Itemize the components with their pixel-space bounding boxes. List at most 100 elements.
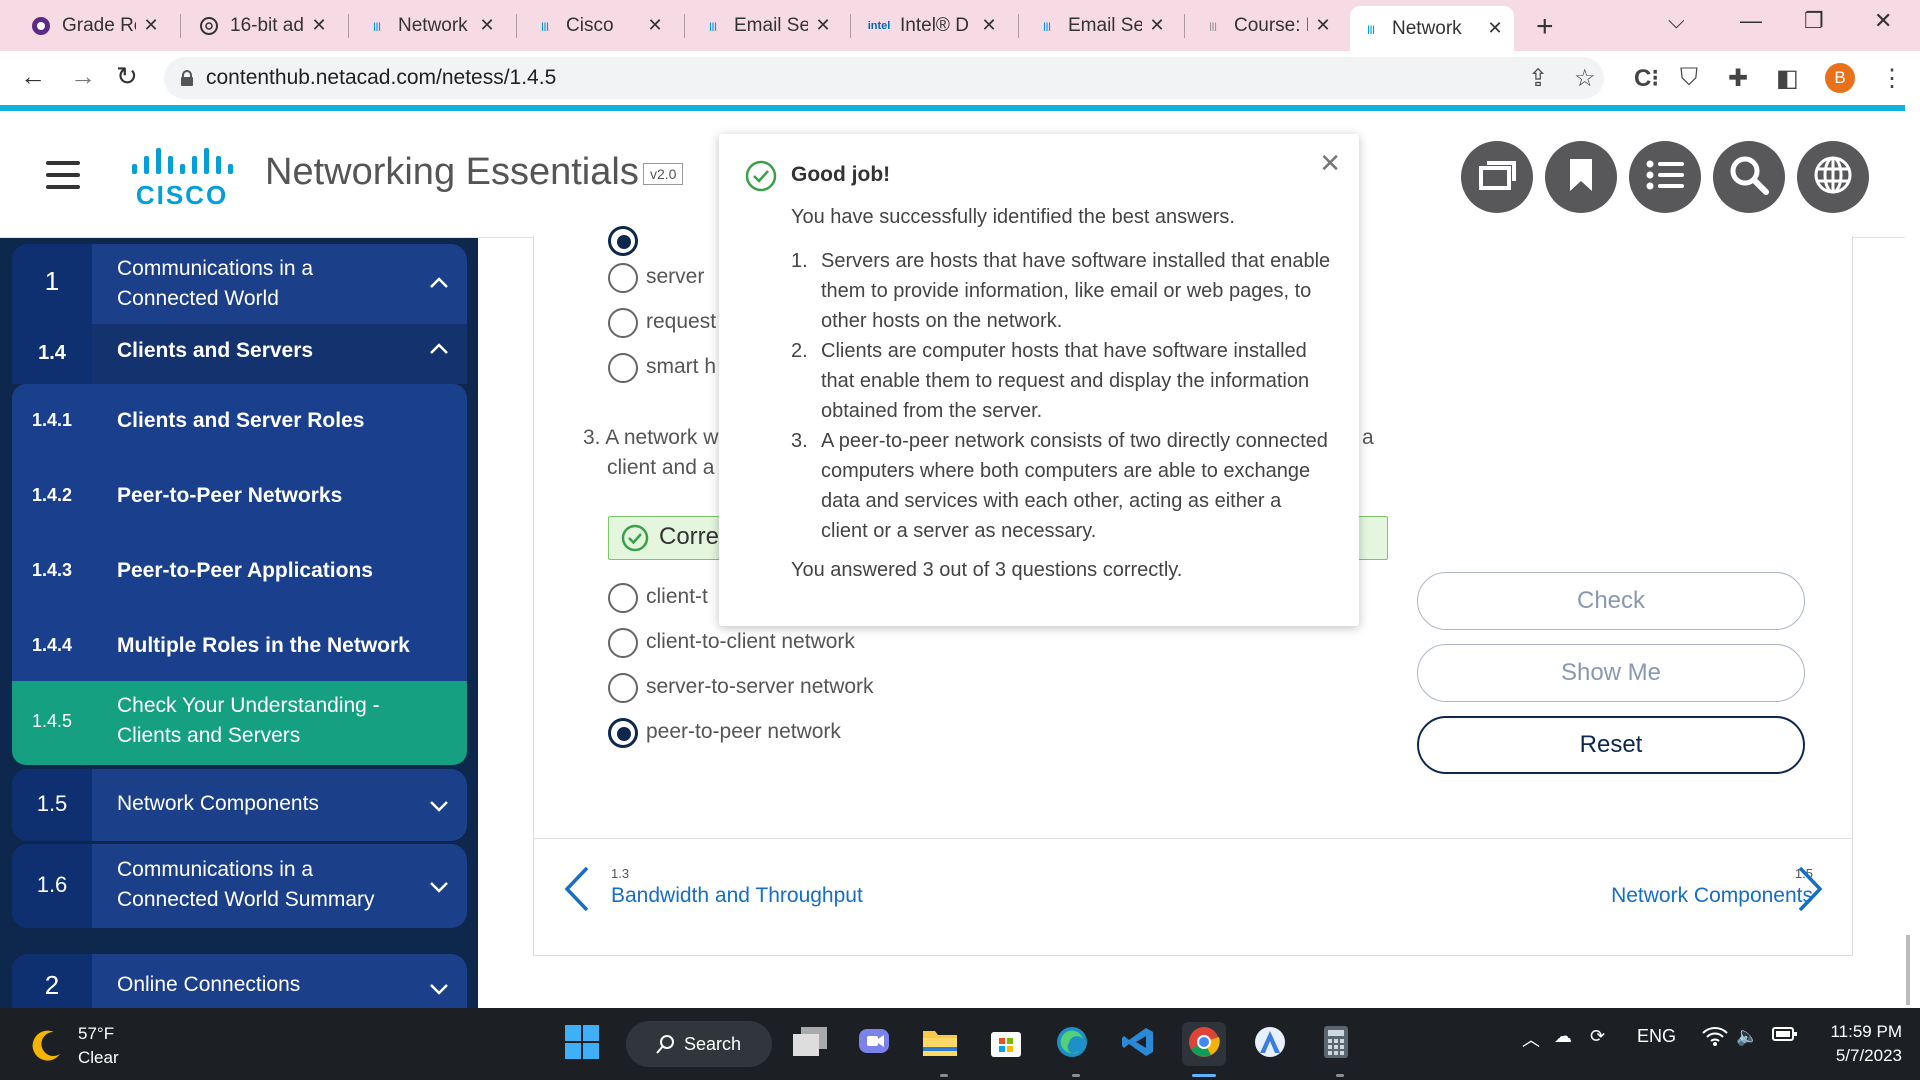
close-popup-icon[interactable]: ✕ bbox=[1319, 148, 1341, 179]
system-clock[interactable]: 11:59 PM 5/7/2023 bbox=[1810, 1020, 1902, 1068]
reset-button[interactable]: Reset bbox=[1417, 716, 1805, 774]
menu-dots-icon[interactable]: ⋮ bbox=[1880, 64, 1904, 93]
tab-search-chevron-icon[interactable]: ⌵ bbox=[1668, 8, 1685, 34]
language-indicator[interactable]: ENG bbox=[1637, 1026, 1676, 1047]
close-window-button[interactable]: ✕ bbox=[1874, 8, 1892, 34]
browser-tab[interactable]: 16-bit ad ✕ bbox=[188, 8, 338, 43]
weather-widget[interactable]: 57°F Clear bbox=[28, 1022, 119, 1070]
puzzle-icon[interactable]: ✚ bbox=[1728, 64, 1748, 93]
next-section-link[interactable]: Network Components bbox=[1508, 884, 1813, 908]
sidebar-section-1-6[interactable]: 1.6 Communications in a Connected World … bbox=[12, 844, 467, 928]
reload-button[interactable]: ↻ bbox=[116, 61, 138, 92]
new-tab-button[interactable]: + bbox=[1536, 10, 1554, 44]
browser-tab[interactable]: ||| Cisco ✕ bbox=[524, 8, 674, 43]
hamburger-menu-icon[interactable] bbox=[46, 161, 80, 189]
search-icon bbox=[656, 1034, 676, 1054]
tray-overflow-icon[interactable]: ︿ bbox=[1522, 1026, 1540, 1052]
sidebar-section-number: 1.6 bbox=[36, 872, 68, 897]
globe-icon bbox=[1813, 155, 1853, 200]
resources-button[interactable] bbox=[1461, 141, 1533, 213]
language-button[interactable] bbox=[1797, 141, 1869, 213]
radio-option[interactable] bbox=[608, 308, 638, 338]
forward-button[interactable]: → bbox=[70, 61, 96, 92]
start-button[interactable] bbox=[560, 1022, 604, 1066]
close-tab-icon[interactable]: ✕ bbox=[310, 15, 328, 36]
sidebar-item-1-4-5[interactable]: 1.4.5 Check Your Understanding - Clients… bbox=[12, 681, 467, 765]
close-tab-icon[interactable]: ✕ bbox=[980, 15, 998, 36]
browser-tab[interactable]: ||| Network ✕ bbox=[356, 8, 506, 43]
browser-tab[interactable]: Grade Re ✕ bbox=[20, 8, 170, 43]
share-icon[interactable]: ⇪ bbox=[1528, 64, 1548, 93]
show-me-button[interactable]: Show Me bbox=[1417, 644, 1805, 702]
battery-icon[interactable] bbox=[1772, 1026, 1798, 1047]
radio-option[interactable] bbox=[608, 583, 638, 613]
volume-icon[interactable]: 🔈 bbox=[1736, 1026, 1758, 1047]
wifi-icon[interactable] bbox=[1702, 1026, 1728, 1051]
check-button[interactable]: Check bbox=[1417, 572, 1805, 630]
edge-button[interactable] bbox=[1050, 1022, 1094, 1066]
scrollbar-thumb[interactable] bbox=[1906, 935, 1910, 1005]
sidebar-item-number: 1.4.1 bbox=[31, 410, 73, 430]
radio-option-selected[interactable] bbox=[608, 718, 638, 748]
moon-icon bbox=[28, 1028, 64, 1064]
shield-icon[interactable]: ⛉ bbox=[1680, 64, 1698, 92]
search-button[interactable] bbox=[1713, 141, 1785, 213]
radio-option[interactable] bbox=[608, 263, 638, 293]
taskbar-search[interactable]: Search bbox=[626, 1021, 772, 1067]
radio-option[interactable] bbox=[608, 353, 638, 383]
toc-button[interactable] bbox=[1629, 141, 1701, 213]
browser-tab[interactable]: intel Intel® D ✕ bbox=[858, 8, 1008, 43]
close-tab-icon[interactable]: ✕ bbox=[814, 15, 832, 36]
calculator-button[interactable] bbox=[1314, 1022, 1358, 1066]
close-tab-icon[interactable]: ✕ bbox=[1314, 15, 1332, 36]
radio-option[interactable] bbox=[608, 628, 638, 658]
chevron-left-icon[interactable] bbox=[563, 865, 591, 913]
sidepanel-icon[interactable]: ◧ bbox=[1776, 64, 1799, 93]
star-icon[interactable]: ☆ bbox=[1574, 64, 1596, 93]
browser-tab[interactable]: ||| Course: F ✕ bbox=[1192, 8, 1342, 43]
browser-tab[interactable]: ||| Email Se ✕ bbox=[1026, 8, 1176, 43]
popup-lead: You have successfully identified the bes… bbox=[791, 206, 1235, 228]
vscode-button[interactable] bbox=[1116, 1022, 1160, 1066]
close-tab-icon[interactable]: ✕ bbox=[142, 15, 160, 36]
store-button[interactable] bbox=[984, 1022, 1028, 1066]
address-bar[interactable]: contenthub.netacad.com/netess/1.4.5 bbox=[164, 57, 1604, 99]
profile-avatar[interactable]: B bbox=[1825, 63, 1855, 93]
sync-icon[interactable]: ⟳ bbox=[1590, 1026, 1605, 1047]
close-tab-icon[interactable]: ✕ bbox=[646, 15, 664, 36]
teams-button[interactable] bbox=[852, 1022, 896, 1066]
close-tab-icon[interactable]: ✕ bbox=[1486, 18, 1504, 39]
sidebar-item-1-4-4[interactable]: 1.4.4 Multiple Roles in the Network bbox=[12, 609, 467, 684]
minimize-button[interactable]: — bbox=[1740, 8, 1762, 34]
popup-answer-item: 1. Servers are hosts that have software i… bbox=[791, 250, 1331, 332]
option-label: server bbox=[646, 265, 705, 288]
bookmark-button[interactable] bbox=[1545, 141, 1617, 213]
radio-previous-answer[interactable] bbox=[608, 226, 638, 256]
prev-section-link[interactable]: Bandwidth and Throughput bbox=[611, 884, 863, 908]
file-explorer-button[interactable] bbox=[918, 1022, 962, 1066]
close-tab-icon[interactable]: ✕ bbox=[1148, 15, 1166, 36]
browser-tab[interactable]: ||| Email Se ✕ bbox=[692, 8, 842, 43]
back-button[interactable]: ← bbox=[20, 61, 46, 92]
extension-icon[interactable]: C⁝ bbox=[1634, 64, 1659, 93]
task-view-button[interactable] bbox=[788, 1022, 832, 1066]
sidebar-item-1-4-1[interactable]: 1.4.1 Clients and Server Roles bbox=[12, 384, 467, 459]
sidebar-item-1-4-2[interactable]: 1.4.2 Peer-to-Peer Networks bbox=[12, 459, 467, 534]
sidebar-item-label: Multiple Roles in the Network bbox=[117, 634, 410, 657]
browser-tab-active[interactable]: ||| Network ✕ bbox=[1350, 6, 1514, 51]
sidebar-section-1-5[interactable]: 1.5 Network Components bbox=[12, 769, 467, 841]
restore-button[interactable]: ❐ bbox=[1804, 8, 1824, 34]
onedrive-icon[interactable]: ☁ bbox=[1554, 1026, 1572, 1047]
sidebar-module-2[interactable]: 2 Online Connections bbox=[12, 954, 467, 1008]
android-studio-button[interactable] bbox=[1248, 1022, 1292, 1066]
clock-time: 11:59 PM bbox=[1830, 1022, 1902, 1041]
chrome-button[interactable] bbox=[1182, 1022, 1226, 1066]
close-tab-icon[interactable]: ✕ bbox=[478, 15, 496, 36]
chevron-right-icon[interactable] bbox=[1796, 865, 1824, 913]
sidebar-module-1[interactable]: 1 Communications in a Connected World bbox=[12, 244, 467, 324]
sidebar-section-1-4[interactable]: 1.4 Clients and Servers bbox=[12, 324, 467, 384]
tab-title: Email Se bbox=[1068, 14, 1142, 36]
popup-title: Good job! bbox=[791, 163, 891, 186]
radio-option[interactable] bbox=[608, 673, 638, 703]
sidebar-item-1-4-3[interactable]: 1.4.3 Peer-to-Peer Applications bbox=[12, 534, 467, 609]
